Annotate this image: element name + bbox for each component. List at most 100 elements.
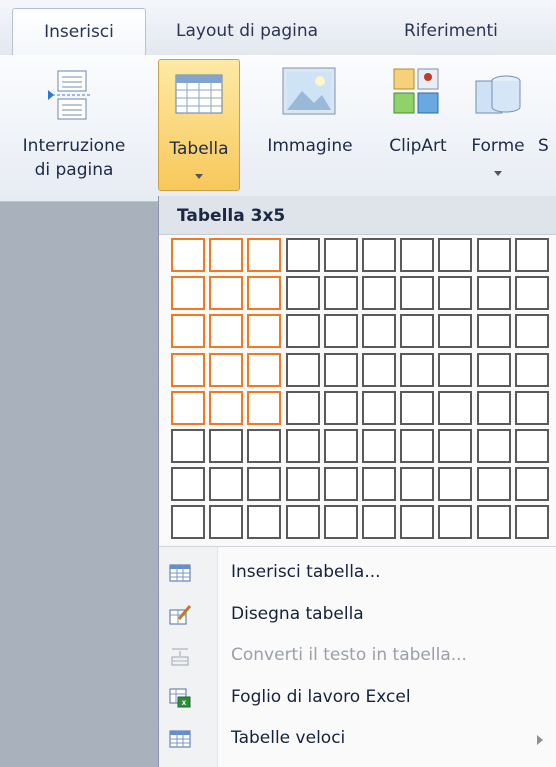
grid-cell[interactable] xyxy=(362,505,396,539)
grid-cell[interactable] xyxy=(438,314,472,348)
grid-cell[interactable] xyxy=(438,391,472,425)
grid-cell[interactable] xyxy=(286,353,320,387)
menu-item-label: Tabelle veloci xyxy=(231,728,346,748)
menu-item-disegna-tabella[interactable]: Disegna tabella xyxy=(159,599,556,633)
grid-cell-selected[interactable] xyxy=(247,353,281,387)
grid-cell[interactable] xyxy=(362,314,396,348)
ribbon-tab-strip: Inserisci Layout di pagina Riferimenti xyxy=(0,0,556,57)
grid-cell[interactable] xyxy=(209,505,243,539)
grid-cell[interactable] xyxy=(324,467,358,501)
grid-cell[interactable] xyxy=(209,429,243,463)
grid-cell[interactable] xyxy=(438,429,472,463)
clipart-button[interactable]: ClipArt xyxy=(374,55,462,195)
menu-item-inserisci-tabella[interactable]: Inserisci tabella... xyxy=(159,557,556,591)
grid-cell[interactable] xyxy=(286,391,320,425)
grid-cell[interactable] xyxy=(362,429,396,463)
grid-cell[interactable] xyxy=(515,391,549,425)
menu-item-converti-testo[interactable]: Converti il testo in tabella... xyxy=(159,640,556,674)
grid-cell[interactable] xyxy=(324,238,358,272)
grid-cell[interactable] xyxy=(286,238,320,272)
grid-cell[interactable] xyxy=(477,276,511,310)
shapes-button[interactable]: Forme xyxy=(462,55,534,195)
grid-cell-selected[interactable] xyxy=(209,238,243,272)
grid-cell[interactable] xyxy=(515,505,549,539)
grid-cell[interactable] xyxy=(477,505,511,539)
grid-cell[interactable] xyxy=(400,353,434,387)
tab-inserisci[interactable]: Inserisci xyxy=(12,8,146,57)
grid-cell[interactable] xyxy=(400,314,434,348)
grid-cell-selected[interactable] xyxy=(171,391,205,425)
grid-cell[interactable] xyxy=(515,467,549,501)
menu-item-label: Foglio di lavoro Excel xyxy=(231,687,411,707)
grid-cell[interactable] xyxy=(477,353,511,387)
grid-cell[interactable] xyxy=(477,314,511,348)
grid-cell-selected[interactable] xyxy=(209,314,243,348)
grid-cell-selected[interactable] xyxy=(171,276,205,310)
grid-cell[interactable] xyxy=(324,429,358,463)
grid-cell[interactable] xyxy=(515,314,549,348)
grid-cell[interactable] xyxy=(362,238,396,272)
grid-cell[interactable] xyxy=(247,505,281,539)
grid-cell[interactable] xyxy=(171,429,205,463)
grid-cell[interactable] xyxy=(286,276,320,310)
grid-cell-selected[interactable] xyxy=(247,276,281,310)
table-size-header: Tabella 3x5 xyxy=(159,196,556,235)
grid-cell[interactable] xyxy=(324,276,358,310)
grid-cell[interactable] xyxy=(400,391,434,425)
smartart-button[interactable]: S xyxy=(538,55,556,195)
grid-cell[interactable] xyxy=(400,276,434,310)
clipart-icon xyxy=(393,68,439,114)
grid-cell[interactable] xyxy=(247,467,281,501)
grid-cell-selected[interactable] xyxy=(171,353,205,387)
grid-cell[interactable] xyxy=(286,314,320,348)
grid-cell[interactable] xyxy=(400,467,434,501)
grid-cell[interactable] xyxy=(477,391,511,425)
grid-cell[interactable] xyxy=(324,391,358,425)
grid-cell[interactable] xyxy=(400,238,434,272)
grid-cell[interactable] xyxy=(286,467,320,501)
page-break-icon xyxy=(48,70,92,120)
grid-cell[interactable] xyxy=(400,505,434,539)
menu-item-tabelle-veloci[interactable]: Tabelle veloci xyxy=(159,723,556,757)
grid-cell-selected[interactable] xyxy=(209,353,243,387)
grid-cell-selected[interactable] xyxy=(171,238,205,272)
grid-cell[interactable] xyxy=(515,429,549,463)
grid-cell-selected[interactable] xyxy=(209,391,243,425)
grid-cell-selected[interactable] xyxy=(247,391,281,425)
grid-cell[interactable] xyxy=(362,391,396,425)
image-button[interactable]: Immagine xyxy=(258,55,362,195)
grid-cell[interactable] xyxy=(438,276,472,310)
grid-cell[interactable] xyxy=(324,505,358,539)
grid-cell[interactable] xyxy=(477,238,511,272)
grid-cell[interactable] xyxy=(362,353,396,387)
grid-cell[interactable] xyxy=(286,429,320,463)
grid-cell-selected[interactable] xyxy=(247,238,281,272)
grid-cell[interactable] xyxy=(400,429,434,463)
grid-cell[interactable] xyxy=(438,505,472,539)
tab-riferimenti[interactable]: Riferimenti xyxy=(404,0,498,55)
grid-cell[interactable] xyxy=(477,429,511,463)
grid-cell[interactable] xyxy=(515,276,549,310)
grid-cell[interactable] xyxy=(477,467,511,501)
grid-cell-selected[interactable] xyxy=(209,276,243,310)
grid-cell[interactable] xyxy=(171,505,205,539)
grid-cell[interactable] xyxy=(438,467,472,501)
grid-cell[interactable] xyxy=(171,467,205,501)
grid-cell[interactable] xyxy=(438,238,472,272)
grid-cell[interactable] xyxy=(247,429,281,463)
grid-cell-selected[interactable] xyxy=(247,314,281,348)
grid-cell[interactable] xyxy=(438,353,472,387)
grid-cell[interactable] xyxy=(324,314,358,348)
grid-cell[interactable] xyxy=(324,353,358,387)
table-button[interactable]: Tabella xyxy=(158,59,240,191)
grid-cell[interactable] xyxy=(362,467,396,501)
grid-cell[interactable] xyxy=(209,467,243,501)
grid-cell[interactable] xyxy=(286,505,320,539)
grid-cell[interactable] xyxy=(515,238,549,272)
grid-cell-selected[interactable] xyxy=(171,314,205,348)
page-break-button[interactable]: Interruzione di pagina xyxy=(0,55,148,195)
tab-layout-di-pagina[interactable]: Layout di pagina xyxy=(176,0,318,55)
grid-cell[interactable] xyxy=(515,353,549,387)
grid-cell[interactable] xyxy=(362,276,396,310)
menu-item-foglio-excel[interactable]: x Foglio di lavoro Excel xyxy=(159,682,556,716)
